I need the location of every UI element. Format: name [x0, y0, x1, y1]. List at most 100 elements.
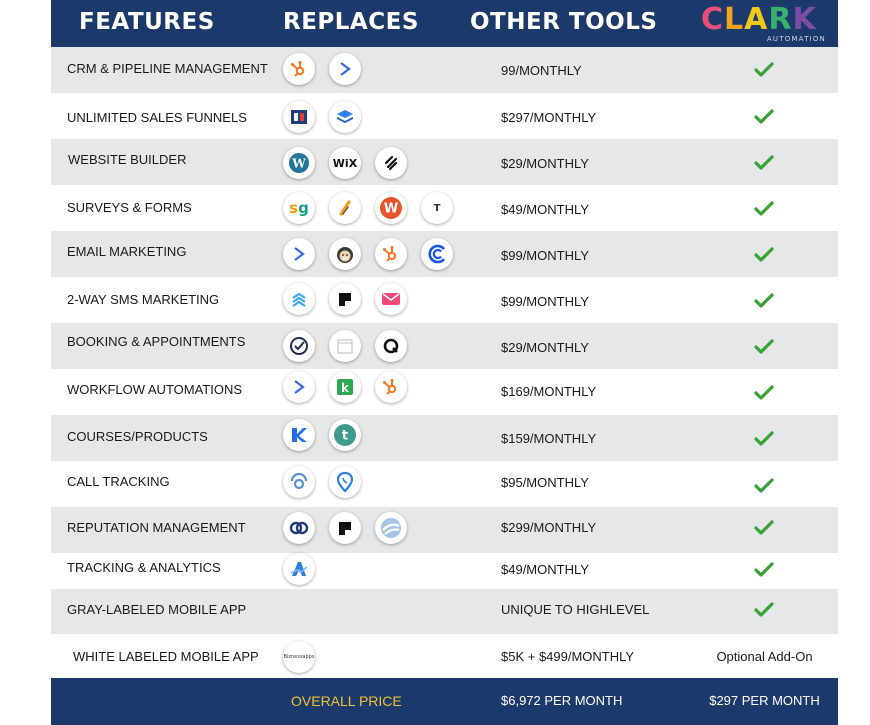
constantcontact-icon	[421, 238, 453, 270]
comparison-table: FEATURES REPLACES OTHER TOOLS CLARK AUTO…	[51, 0, 838, 725]
check-icon	[754, 562, 774, 577]
check-icon	[754, 478, 774, 493]
feature-name: GRAY-LABELED MOBILE APP	[67, 602, 247, 617]
check-icon	[754, 520, 774, 535]
other-tools-price: $169/MONTHLY	[501, 384, 597, 399]
clark-optional-addon: Optional Add-On	[716, 649, 813, 664]
wufoo-icon: W	[375, 192, 407, 224]
leadpages-icon	[329, 101, 361, 133]
svg-text:k: k	[341, 381, 350, 395]
podium-icon	[329, 512, 361, 544]
feature-name: WHITE LABELED MOBILE APP	[73, 649, 259, 664]
other-tools-price: $297/MONTHLY	[501, 110, 597, 125]
svg-text:t: t	[342, 429, 348, 444]
other-tools-price: $159/MONTHLY	[501, 431, 597, 446]
feature-name: WEBSITE BUILDER	[68, 152, 187, 167]
features-column-header: FEATURES	[79, 9, 215, 35]
feature-name: UNLIMITED SALES FUNNELS	[67, 110, 247, 125]
squarespace-icon	[375, 147, 407, 179]
other-tools-total-price: $6,972 PER MONTH	[501, 693, 623, 708]
analytics-icon	[283, 553, 315, 585]
feature-name: CRM & PIPELINE MANAGEMENT	[67, 61, 268, 76]
table-header: FEATURES REPLACES OTHER TOOLS CLARK AUTO…	[51, 0, 838, 47]
table-row: COURSES/PRODUCTS t $159/MONTHLY	[51, 415, 838, 461]
other-tools-price: $99/MONTHLY	[501, 294, 589, 309]
feature-name: BOOKING & APPOINTMENTS	[67, 334, 246, 349]
table-row: REPUTATION MANAGEMENT $299/MONTHLY	[51, 507, 838, 553]
feature-name: EMAIL MARKETING	[67, 244, 187, 259]
check-icon	[754, 385, 774, 400]
check-icon	[754, 62, 774, 77]
mailchimp-icon	[329, 238, 361, 270]
teachable-icon: t	[329, 419, 361, 451]
feature-name: REPUTATION MANAGEMENT	[67, 520, 246, 535]
logo-text: CLARK	[701, 2, 817, 37]
table-row: TRACKING & ANALYTICS $49/MONTHLY	[51, 553, 838, 589]
table-row: SURVEYS & FORMS sg W T $49/MONTHLY	[51, 185, 838, 231]
mail-icon	[375, 283, 407, 315]
clark-total-price: $297 PER MONTH	[709, 693, 820, 708]
table-row: CRM & PIPELINE MANAGEMENT 99/MONTHLY	[51, 47, 838, 93]
q-icon	[375, 330, 407, 362]
table-row: 2-WAY SMS MARKETING $99/MONTHLY	[51, 277, 838, 323]
table-row: GRAY-LABELED MOBILE APP UNIQUE TO HIGHLE…	[51, 589, 838, 634]
table-row: EMAIL MARKETING $99/MONTHLY	[51, 231, 838, 277]
check-icon	[754, 155, 774, 170]
other-tools-price: $29/MONTHLY	[501, 340, 589, 355]
hubspot-icon	[375, 238, 407, 270]
callrail-icon	[283, 466, 315, 498]
acuity-icon	[329, 330, 361, 362]
replaces-column-header: REPLACES	[283, 9, 419, 35]
typeform-icon: T	[421, 192, 453, 224]
clickfunnels-icon	[283, 101, 315, 133]
check-icon	[754, 293, 774, 308]
check-icon	[754, 109, 774, 124]
other-tools-price: $29/MONTHLY	[501, 156, 589, 171]
table-row: WORKFLOW AUTOMATIONS k $169/MONTHLY	[51, 369, 838, 415]
other-tools-price: $5K + $499/MONTHLY	[501, 649, 635, 664]
feature-name: CALL TRACKING	[67, 474, 170, 489]
wordpress-icon: W	[283, 147, 315, 179]
activecampaign-icon	[283, 371, 315, 403]
table-row: WEBSITE BUILDER W WiX $29/MONTHLY	[51, 139, 838, 185]
check-icon	[754, 602, 774, 617]
wix-icon: WiX	[329, 147, 361, 179]
feature-name: WORKFLOW AUTOMATIONS	[67, 382, 243, 397]
activecampaign-icon	[329, 53, 361, 85]
feature-name: COURSES/PRODUCTS	[67, 429, 208, 444]
location-pin-icon	[329, 466, 361, 498]
other-tools-price: $49/MONTHLY	[501, 202, 589, 217]
bizness-apps-icon: Biznessapps	[283, 641, 315, 673]
kajabi-icon	[283, 419, 315, 451]
table-row: WHITE LABELED MOBILE APP Biznessapps $5K…	[51, 634, 838, 678]
other-tools-price: UNIQUE TO HIGHLEVEL	[501, 602, 650, 617]
feature-name: 2-WAY SMS MARKETING	[67, 292, 220, 307]
check-icon	[754, 201, 774, 216]
other-tools-price: $49/MONTHLY	[501, 562, 589, 577]
other-tools-price: $299/MONTHLY	[501, 520, 597, 535]
overall-price-row: OVERALL PRICE $6,972 PER MONTH $297 PER …	[51, 678, 838, 725]
birdeye-icon	[283, 512, 315, 544]
feature-name: SURVEYS & FORMS	[67, 200, 192, 215]
hubspot-icon	[283, 53, 315, 85]
other-tools-column-header: OTHER TOOLS	[470, 9, 658, 35]
table-row: CALL TRACKING $95/MONTHLY	[51, 461, 838, 507]
other-tools-price: $99/MONTHLY	[501, 248, 589, 263]
keap-icon: k	[329, 371, 361, 403]
other-tools-price: $95/MONTHLY	[501, 475, 589, 490]
feature-name: TRACKING & ANALYTICS	[67, 560, 221, 575]
surveygizmo-icon: sg	[283, 192, 315, 224]
reputation-icon	[375, 512, 407, 544]
activecampaign-icon	[283, 238, 315, 270]
table-row: BOOKING & APPOINTMENTS $29/MONTHLY	[51, 323, 838, 369]
calendly-icon	[283, 330, 315, 362]
overall-price-label: OVERALL PRICE	[291, 693, 402, 709]
podium-icon	[329, 283, 361, 315]
svg-text:W: W	[384, 202, 398, 217]
sms-stack-icon	[283, 283, 315, 315]
other-tools-price: 99/MONTHLY	[501, 63, 582, 78]
hubspot-icon	[375, 371, 407, 403]
jotform-icon	[329, 192, 361, 224]
check-icon	[754, 339, 774, 354]
check-icon	[754, 247, 774, 262]
